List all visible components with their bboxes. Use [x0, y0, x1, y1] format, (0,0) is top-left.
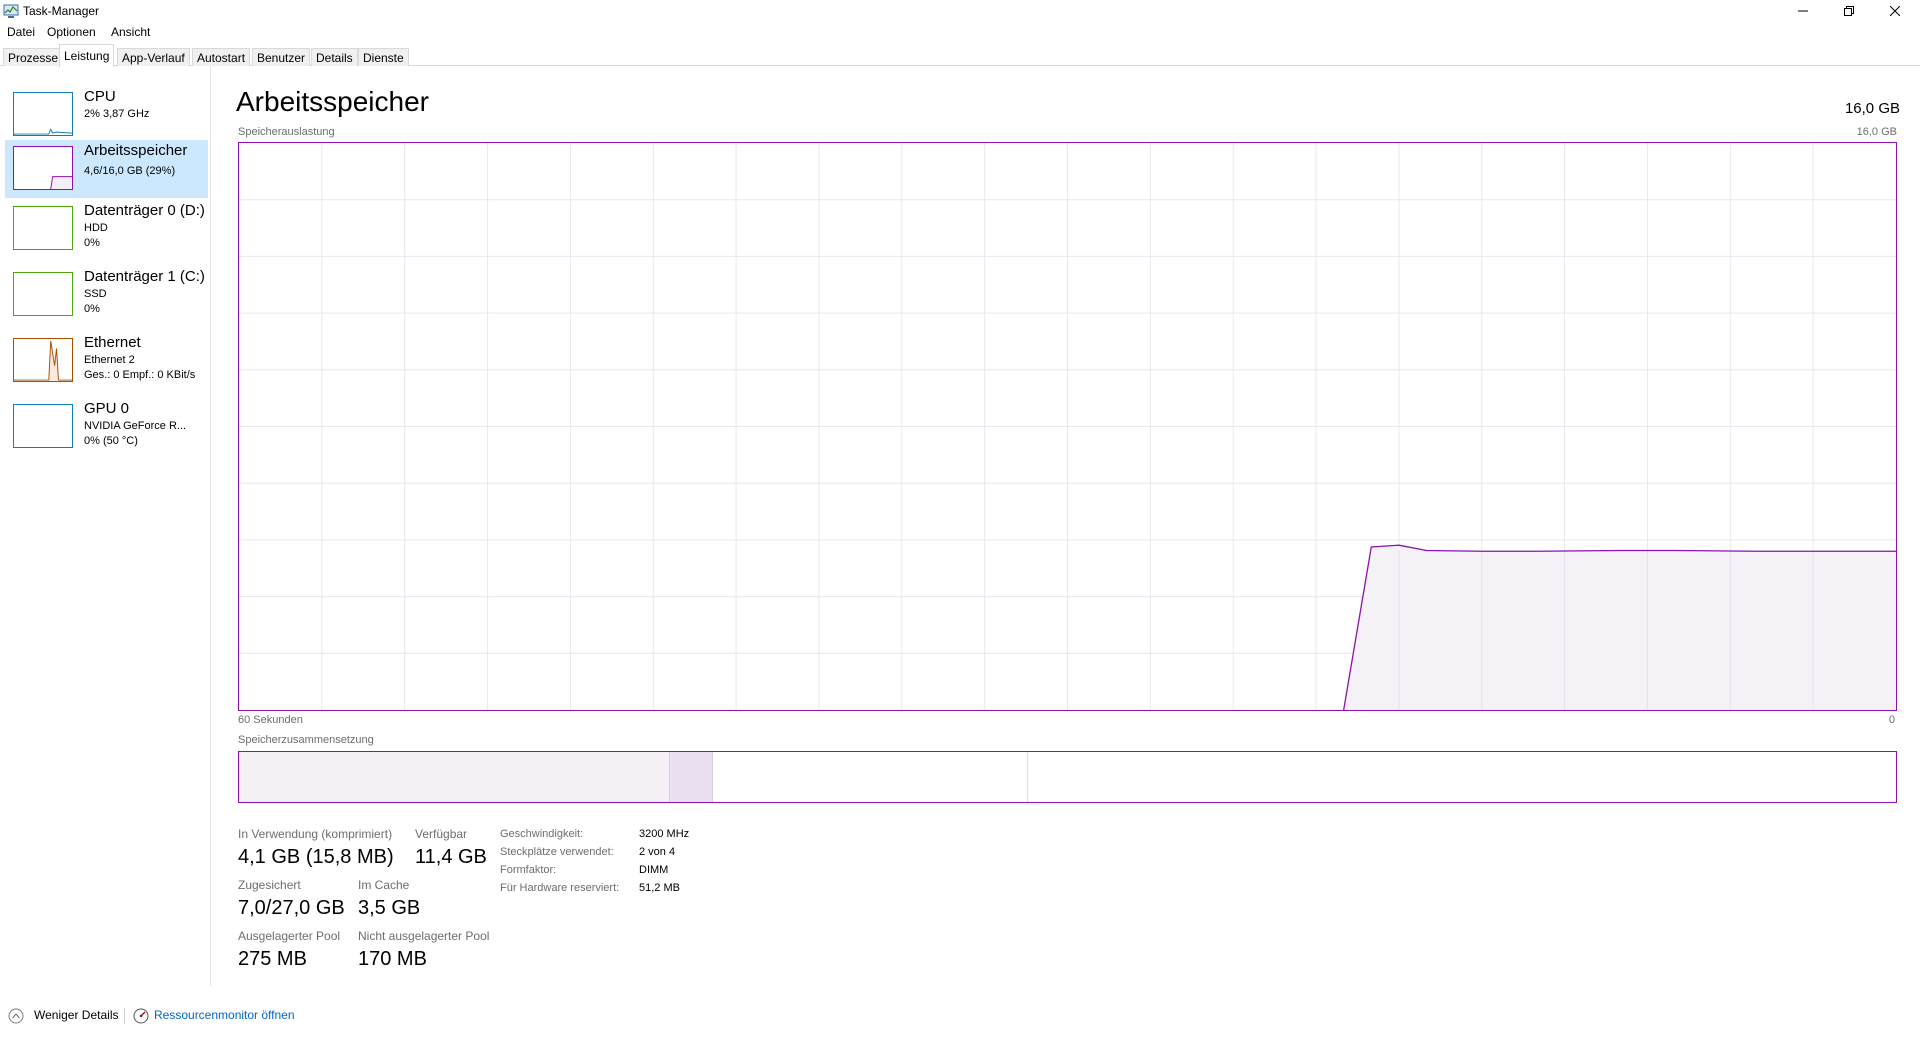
menu-datei[interactable]: Datei [7, 25, 35, 39]
sidebar-disk-0-title: Datenträger 0 (D:) [84, 202, 205, 219]
memory-composition-bar [238, 751, 1897, 803]
tab-autostart[interactable]: Autostart [192, 48, 251, 66]
composition-modified [669, 752, 713, 802]
sidebar-gpu-usage: 0% (50 °C) [84, 435, 138, 447]
composition-in-use [239, 752, 670, 802]
memory-usage-graph [238, 142, 1897, 711]
speed-value: 3200 MHz [639, 828, 690, 840]
disk-0-thumbnail [13, 206, 73, 250]
form-factor-label: Formfaktor: [500, 864, 557, 876]
task-manager-icon [3, 4, 19, 18]
slots-label: Steckplätze verwendet: [500, 846, 614, 858]
paged-pool-value: 275 MB [238, 948, 307, 970]
restore-button[interactable] [1826, 0, 1872, 22]
graph-time-left: 60 Sekunden [238, 714, 303, 726]
sidebar-cpu-title: CPU [84, 88, 116, 105]
total-memory: 16,0 GB [1844, 100, 1900, 117]
close-button[interactable] [1872, 0, 1918, 22]
nonpaged-pool-value: 170 MB [358, 948, 427, 970]
graph-time-right: 0 [1888, 714, 1895, 726]
sidebar-disk-0-type: HDD [84, 222, 108, 234]
footer-divider [124, 1008, 125, 1024]
sidebar-ethernet-throughput: Ges.: 0 Empf.: 0 KBit/s [84, 369, 196, 381]
window-title: Task-Manager [23, 4, 100, 18]
page-title: Arbeitsspeicher [236, 86, 429, 117]
in-use-value: 4,1 GB (15,8 MB) [238, 846, 394, 868]
cpu-thumbnail [13, 92, 73, 136]
hardware-reserved-value: 51,2 MB [639, 882, 680, 894]
menu-optionen[interactable]: Optionen [47, 25, 96, 39]
resource-monitor-icon[interactable] [133, 1008, 149, 1024]
sidebar-disk-1-usage: 0% [84, 303, 100, 315]
sidebar-disk-1-title: Datenträger 1 (C:) [84, 268, 205, 285]
tab-benutzer[interactable]: Benutzer [252, 48, 311, 66]
cached-label: Im Cache [358, 878, 410, 892]
tab-app-verlauf[interactable]: App-Verlauf [117, 48, 190, 66]
sidebar-item-disk-0[interactable]: Datenträger 0 (D:) HDD 0% [5, 200, 208, 258]
available-value: 11,4 GB [415, 846, 487, 868]
sidebar-item-cpu[interactable]: CPU 2% 3,87 GHz [5, 86, 208, 144]
tab-dienste[interactable]: Dienste [358, 48, 409, 66]
form-factor-value: DIMM [639, 864, 669, 876]
sidebar-gpu-model: NVIDIA GeForce R... [84, 420, 187, 432]
speed-label: Geschwindigkeit: [500, 828, 584, 840]
nonpaged-pool-label: Nicht ausgelagerter Pool [358, 929, 490, 943]
sidebar-item-memory[interactable]: Arbeitsspeicher 4,6/16,0 GB (29%) [5, 140, 208, 198]
footer-bar: Weniger Details Ressourcenmonitor öffnen [0, 1004, 1920, 1028]
sidebar-ethernet-title: Ethernet [84, 334, 141, 351]
sidebar-memory-usage: 4,6/16,0 GB (29%) [84, 165, 176, 177]
close-icon [1890, 6, 1900, 16]
sidebar-memory-title: Arbeitsspeicher [84, 142, 188, 159]
less-details-button[interactable]: Weniger Details [34, 1008, 118, 1022]
sidebar-item-gpu[interactable]: GPU 0 NVIDIA GeForce R... 0% (50 °C) [5, 398, 208, 456]
graph-label: Speicherauslastung [238, 126, 335, 138]
tab-prozesse[interactable]: Prozesse [3, 48, 64, 66]
chevron-up-circle-icon[interactable] [8, 1008, 24, 1024]
tab-bar: Prozesse Leistung App-Verlauf Autostart … [0, 44, 1920, 67]
resource-monitor-link[interactable]: Ressourcenmonitor öffnen [154, 1008, 295, 1022]
hardware-reserved-label: Für Hardware reserviert: [500, 882, 620, 894]
sidebar-disk-0-usage: 0% [84, 237, 100, 249]
composition-label: Speicherzusammensetzung [238, 734, 374, 746]
memory-thumbnail [13, 146, 73, 190]
restore-icon [1844, 6, 1854, 16]
sidebar-ethernet-adapter: Ethernet 2 [84, 354, 135, 366]
cached-value: 3,5 GB [358, 897, 421, 919]
committed-value: 7,0/27,0 GB [238, 897, 345, 919]
sidebar-cpu-usage: 2% 3,87 GHz [84, 108, 150, 120]
menu-ansicht[interactable]: Ansicht [111, 25, 150, 39]
title-bar: Task-Manager [0, 0, 1920, 22]
tab-details[interactable]: Details [311, 48, 358, 66]
disk-1-thumbnail [13, 272, 73, 316]
sidebar-item-ethernet[interactable]: Ethernet Ethernet 2 Ges.: 0 Empf.: 0 KBi… [5, 332, 208, 390]
sidebar-disk-1-type: SSD [84, 288, 107, 300]
minimize-button[interactable] [1780, 0, 1826, 22]
minimize-icon [1798, 10, 1808, 12]
performance-sidebar: CPU 2% 3,87 GHz Arbeitsspeicher 4,6/16,0… [0, 66, 211, 986]
ethernet-thumbnail [13, 338, 73, 382]
composition-free [1027, 752, 1896, 802]
sidebar-gpu-title: GPU 0 [84, 400, 130, 417]
graph-max-label: 16,0 GB [1856, 126, 1897, 138]
slots-value: 2 von 4 [639, 846, 676, 858]
available-label: Verfügbar [415, 827, 468, 841]
committed-label: Zugesichert [238, 878, 301, 892]
gpu-thumbnail [13, 404, 73, 448]
sidebar-item-disk-1[interactable]: Datenträger 1 (C:) SSD 0% [5, 266, 208, 324]
composition-standby [712, 752, 1028, 802]
tab-leistung[interactable]: Leistung [59, 44, 115, 67]
in-use-label: In Verwendung (komprimiert) [238, 827, 393, 841]
menu-bar: Datei Optionen Ansicht [0, 22, 1920, 42]
paged-pool-label: Ausgelagerter Pool [238, 929, 341, 943]
